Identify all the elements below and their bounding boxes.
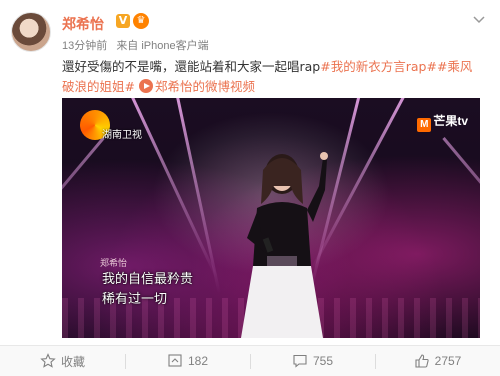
platform-logo-text: 芒果tv	[433, 114, 468, 128]
post-text: 還好受傷的不是嘴，還能站着和大家一起唱rap#我的新衣方言rap##乘风破浪的姐…	[62, 57, 482, 97]
thumbs-up-icon	[415, 354, 429, 368]
repost-button[interactable]: 182	[125, 346, 250, 376]
favorite-label: 收藏	[60, 354, 85, 369]
verified-badge-icon[interactable]: V	[116, 14, 130, 28]
comment-count: 755	[312, 354, 334, 368]
lyrics-caption: 我的自信最矜贵 稀有过一切	[102, 270, 193, 310]
favorite-button[interactable]: 收藏	[0, 346, 125, 376]
channel-logo: 湖南卫视	[80, 110, 152, 141]
post-meta: 13分钟前 来自 iPhone客户端	[62, 37, 209, 53]
like-button[interactable]: 2757	[375, 346, 500, 376]
comment-icon	[293, 354, 307, 368]
member-crown-icon[interactable]: ♛	[133, 13, 149, 29]
channel-logo-text: 湖南卫视	[102, 130, 142, 141]
post-time[interactable]: 13分钟前	[62, 40, 107, 52]
repost-count: 182	[187, 354, 209, 368]
caption-singer-name: 郑希怡	[100, 259, 128, 269]
weibo-post-card: 郑希怡 V ♛ 13分钟前 来自 iPhone客户端 還好受傷的不是嘴，還能站着…	[0, 0, 500, 376]
hashtag-link[interactable]: #我的新衣方言rap#	[320, 59, 437, 74]
play-circle-icon	[138, 79, 153, 93]
username-link[interactable]: 郑希怡	[62, 14, 104, 34]
post-body-text: 還好受傷的不是嘴，還能站着和大家一起唱rap	[62, 59, 321, 74]
lyrics-line: 我的自信最矜贵	[102, 272, 194, 287]
performer-figure	[241, 152, 328, 338]
like-count: 2757	[434, 354, 462, 368]
avatar[interactable]	[11, 12, 51, 52]
comment-button[interactable]: 755	[250, 346, 375, 376]
post-source: 来自 iPhone客户端	[116, 40, 209, 52]
lyrics-line: 稀有过一切	[102, 292, 168, 307]
action-bar: 收藏 182 755 2757	[0, 345, 500, 376]
star-icon	[40, 353, 56, 368]
video-player[interactable]: 湖南卫视 M 芒果tv 郑希怡 我的自信最矜贵 稀有过一切	[62, 98, 480, 338]
mango-tv-logo-icon: M	[417, 118, 432, 132]
chevron-down-icon[interactable]	[472, 12, 486, 26]
video-link-label: 郑希怡的微博视频	[154, 79, 255, 94]
repost-icon	[168, 354, 182, 367]
video-link[interactable]: 郑希怡的微博视频	[138, 79, 255, 94]
platform-logo: M 芒果tv	[417, 112, 468, 132]
